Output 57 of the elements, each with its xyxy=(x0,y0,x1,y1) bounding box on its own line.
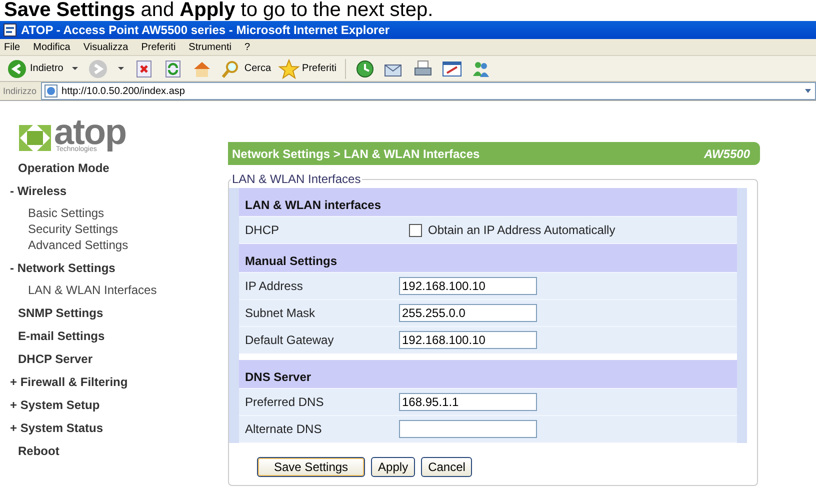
breadcrumb-text: Network Settings > LAN & WLAN Interfaces xyxy=(232,146,480,160)
sidebar-item[interactable]: E-mail Settings xyxy=(8,325,105,348)
sidebar-item[interactable]: SNMP Settings xyxy=(8,302,104,325)
star-icon xyxy=(278,58,300,78)
field-label: Subnet Mask xyxy=(244,306,316,320)
window-title: ATOP - Access Point AW5500 series - Microsoft Internet Explorer xyxy=(21,23,390,37)
dropdown-arrow-icon[interactable] xyxy=(118,67,124,70)
model-name: AW5500 xyxy=(704,146,750,160)
panel-legend: LAN & WLAN Interfaces xyxy=(231,172,362,186)
field-label: IP Address xyxy=(244,279,304,293)
search-button[interactable]: Cerca xyxy=(218,58,274,80)
menu-item[interactable]: Strumenti xyxy=(188,42,232,52)
printer-icon xyxy=(412,58,434,78)
back-button[interactable]: Indietro xyxy=(4,58,66,80)
section-header: LAN & WLAN interfaces xyxy=(239,188,737,217)
menu-item[interactable]: Visualizza xyxy=(83,42,128,52)
page-icon xyxy=(44,84,58,98)
sidebar-subitem[interactable]: LAN & WLAN Interfaces xyxy=(8,282,157,298)
field-label: DHCP xyxy=(244,223,280,237)
form-button[interactable]: Save Settings xyxy=(257,457,366,477)
sidebar-item[interactable]: + System Status xyxy=(8,417,104,440)
menu-item[interactable]: File xyxy=(4,42,20,52)
sidebar-item[interactable]: - Wireless xyxy=(8,180,67,203)
sidebar-item[interactable]: Reboot xyxy=(8,440,60,463)
field-label: Alternate DNS xyxy=(244,422,323,436)
edit-window-icon xyxy=(440,58,462,78)
caption-text: Save Settings and Apply to go to the next step. xyxy=(3,0,434,21)
page-icon xyxy=(3,23,17,37)
menu-item[interactable]: Modifica xyxy=(33,42,70,52)
input-field[interactable]: 192.168.100.10 xyxy=(399,331,537,349)
sidebar-subitem[interactable]: Security Settings xyxy=(8,221,118,237)
favorites-button[interactable]: Preferiti xyxy=(276,58,338,80)
field-label: Preferred DNS xyxy=(244,395,325,409)
input-field[interactable]: 168.95.1.1 xyxy=(399,393,537,411)
sidebar-item[interactable]: DHCP Server xyxy=(8,348,92,371)
field-label: Default Gateway xyxy=(244,333,335,347)
menu-item[interactable]: ? xyxy=(244,42,250,52)
checkbox-label: Obtain an IP Address Automatically xyxy=(428,223,616,237)
dropdown-arrow-icon[interactable] xyxy=(72,67,78,70)
form-button[interactable]: Cancel xyxy=(421,457,472,477)
section-header: Manual Settings xyxy=(239,244,737,273)
sidebar-item[interactable]: Operation Mode xyxy=(8,157,110,180)
sidebar-item[interactable]: - Network Settings xyxy=(8,257,116,280)
sidebar-item[interactable]: + System Setup xyxy=(8,394,100,417)
input-field[interactable]: 255.255.0.0 xyxy=(399,304,537,322)
sidebar-item[interactable]: + Firewall & Filtering xyxy=(8,371,128,394)
section-header: DNS Server xyxy=(239,360,737,389)
input-field[interactable] xyxy=(399,420,537,438)
sidebar-subitem[interactable]: Basic Settings xyxy=(8,205,104,221)
address-field[interactable]: http://10.0.50.200/index.asp xyxy=(40,82,816,100)
menu-item[interactable]: Preferiti xyxy=(141,42,176,52)
form-button[interactable]: Apply xyxy=(371,457,416,477)
input-field[interactable]: 192.168.100.10 xyxy=(399,277,537,295)
checkbox[interactable] xyxy=(409,224,422,236)
address-label: Indirizzo xyxy=(3,86,37,96)
sidebar-subitem[interactable]: Advanced Settings xyxy=(8,237,128,253)
clock-icon xyxy=(354,58,376,78)
